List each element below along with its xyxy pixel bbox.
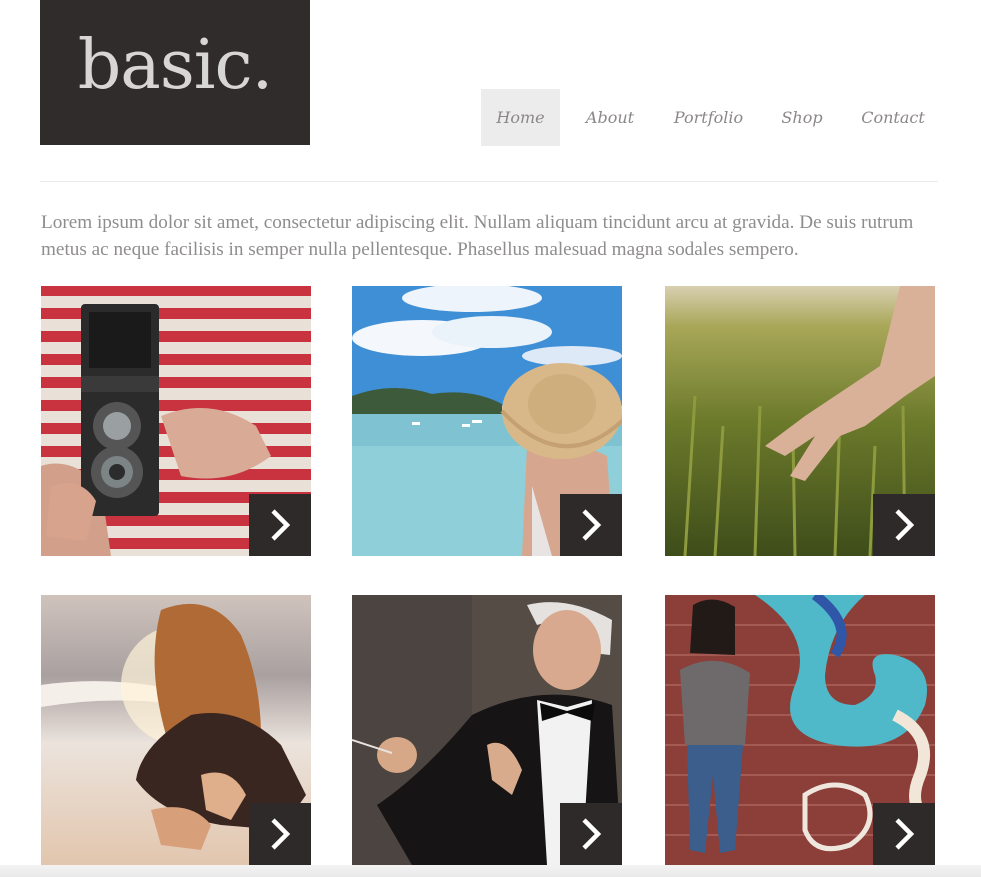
gallery-tile-camera[interactable]	[41, 286, 311, 556]
view-button[interactable]	[560, 803, 622, 865]
nav-item-shop[interactable]: Shop	[757, 89, 847, 146]
nav-item-portfolio[interactable]: Portfolio	[660, 89, 757, 146]
site-logo[interactable]: basic.	[40, 0, 310, 145]
nav-item-contact[interactable]: Contact	[847, 89, 939, 146]
view-button[interactable]	[873, 494, 935, 556]
chevron-right-icon	[271, 509, 291, 541]
chevron-right-icon	[895, 818, 915, 850]
gallery-tile-beach[interactable]	[352, 286, 622, 556]
intro-text: Lorem ipsum dolor sit amet, consectetur …	[41, 212, 914, 260]
gallery-tile-wheat[interactable]	[665, 286, 935, 556]
gallery-tile-graffiti[interactable]	[665, 595, 935, 865]
chevron-right-icon	[582, 818, 602, 850]
view-button[interactable]	[560, 494, 622, 556]
header-divider	[40, 181, 938, 182]
page-bottom-edge	[0, 865, 981, 877]
logo-text: basic.	[77, 25, 273, 105]
chevron-right-icon	[582, 509, 602, 541]
view-button[interactable]	[873, 803, 935, 865]
view-button[interactable]	[249, 494, 311, 556]
chevron-right-icon	[895, 509, 915, 541]
gallery-tile-girl-beach[interactable]	[41, 595, 311, 865]
main-nav: Home About Portfolio Shop Contact	[481, 89, 939, 146]
nav-item-home[interactable]: Home	[481, 89, 560, 146]
view-button[interactable]	[249, 803, 311, 865]
nav-item-about[interactable]: About	[560, 89, 660, 146]
chevron-right-icon	[271, 818, 291, 850]
gallery-tile-conductor[interactable]	[352, 595, 622, 865]
